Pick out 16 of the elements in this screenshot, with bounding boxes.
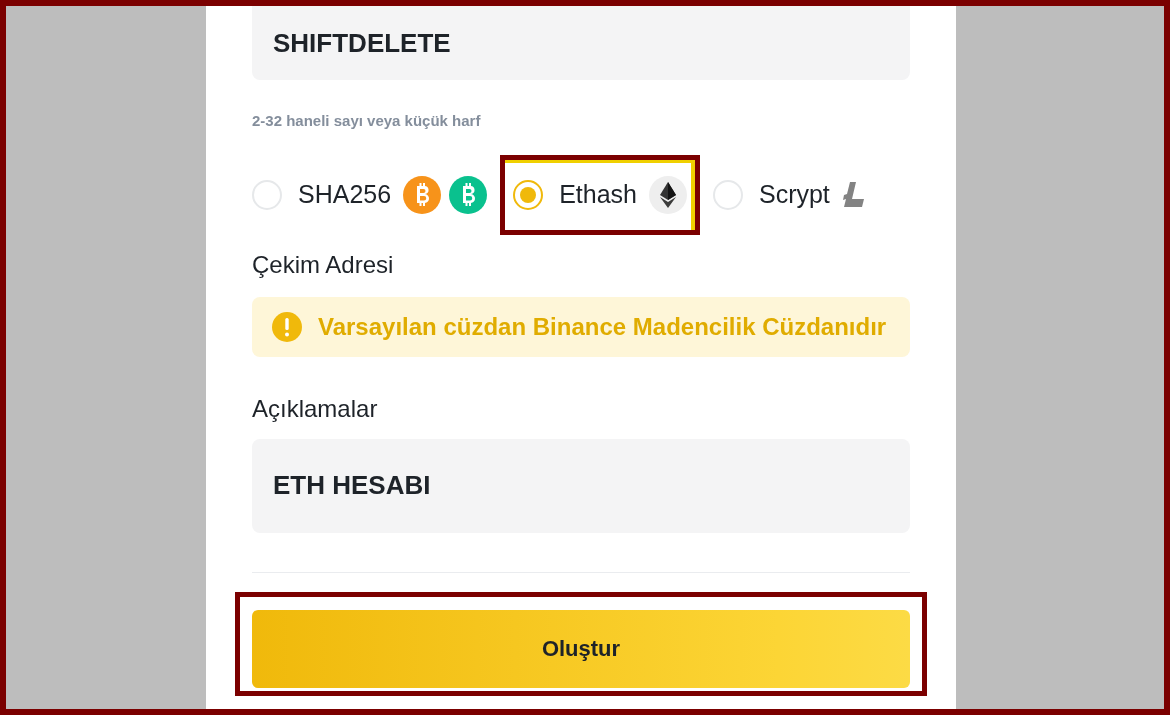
ethereum-icon (648, 175, 687, 214)
section-label: Çekim Adresi (252, 249, 395, 280)
name-field[interactable]: SHIFTDELETE (252, 6, 910, 80)
bitcoin-icon (403, 175, 442, 214)
radio-label: Scrypt (758, 178, 830, 210)
litecoin-icon (841, 179, 866, 210)
warning-icon (272, 311, 302, 342)
notice-text: Varsayılan cüzdan Binance Madencilik Cüzdanıdır (318, 311, 887, 342)
remarks-field[interactable]: ETH HESABI (252, 438, 910, 533)
bitcoin-cash-icon (449, 175, 488, 214)
radio-button[interactable] (513, 179, 544, 210)
radio-label: SHA256 (298, 178, 392, 210)
create-button[interactable]: Oluştur (252, 609, 910, 688)
hint-text: 2-32 haneli sayı veya küçük harf (252, 111, 482, 131)
radio-label: Ethash (559, 178, 637, 210)
section-label: Açıklamalar (252, 393, 379, 424)
